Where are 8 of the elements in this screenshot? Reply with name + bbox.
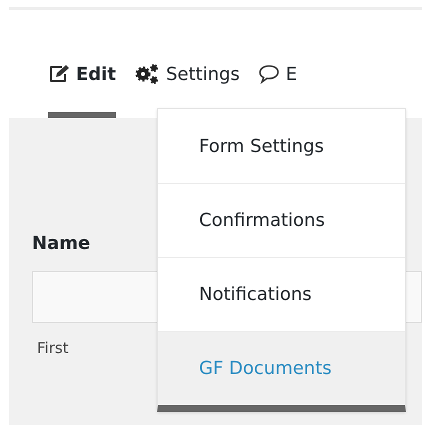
- gears-icon: [134, 63, 160, 85]
- menu-item[interactable]: Form Settings: [158, 109, 405, 183]
- menu-item[interactable]: Confirmations: [158, 183, 405, 257]
- field-label: Name: [32, 232, 92, 256]
- field-sublabel: First: [37, 338, 70, 359]
- edit-icon: [48, 64, 70, 84]
- speech-bubble-icon: [258, 64, 280, 84]
- menu-item[interactable]: Notifications: [158, 257, 405, 331]
